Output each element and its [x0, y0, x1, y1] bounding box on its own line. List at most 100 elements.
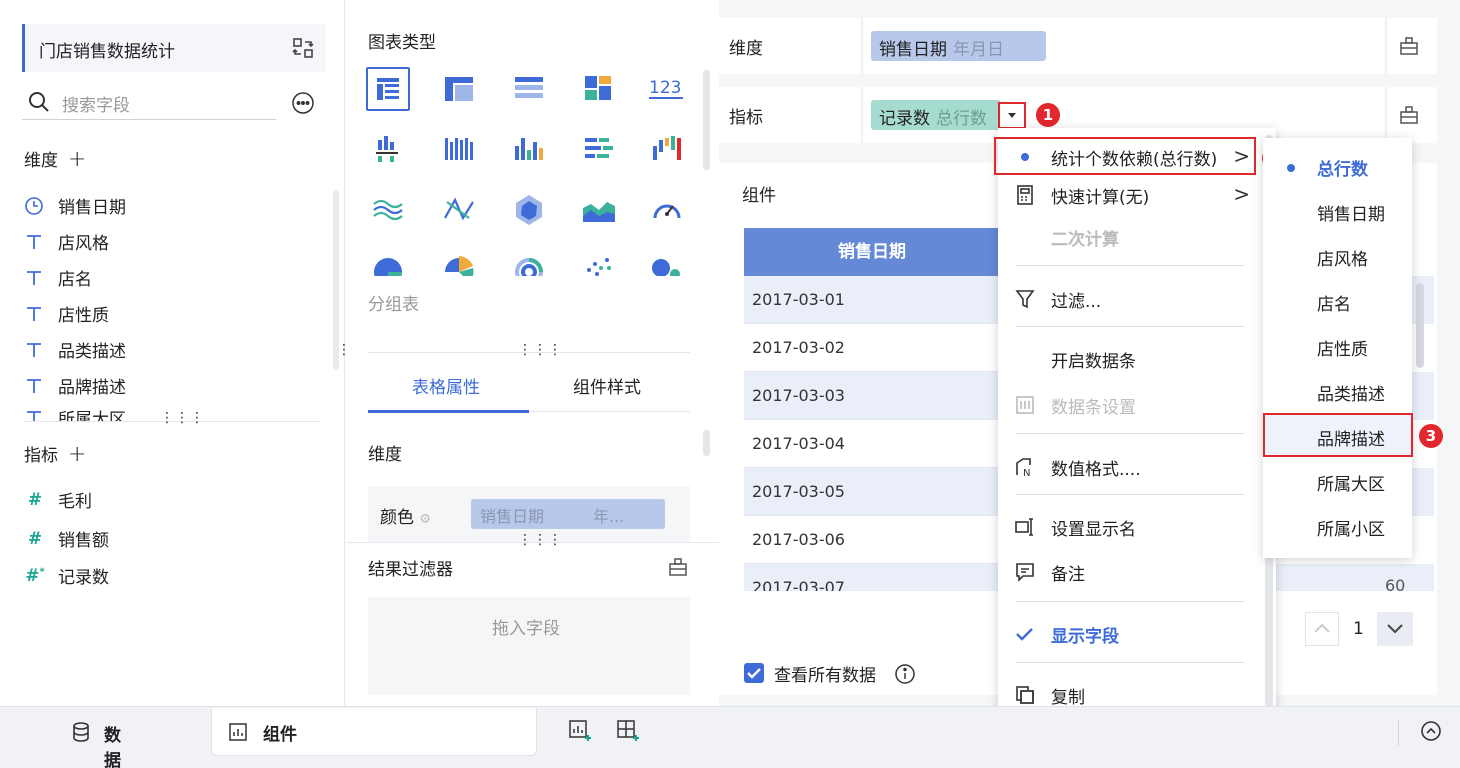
waterfall-chart-icon[interactable]	[645, 128, 689, 172]
menu-item-count-dependency[interactable]: 统计个数依赖(总行数) >	[998, 136, 1258, 176]
settings-box-icon[interactable]	[1399, 36, 1419, 56]
resize-handle[interactable]: ⋮⋮⋮	[518, 342, 563, 358]
submenu-item[interactable]: 店风格	[1263, 234, 1412, 279]
sunburst-chart-icon[interactable]	[507, 248, 551, 276]
crosstab-chart-icon[interactable]	[437, 67, 481, 111]
line-chart-icon[interactable]	[366, 188, 410, 232]
resize-handle[interactable]: ⋮⋮⋮	[160, 410, 205, 426]
settings-box-icon[interactable]	[1399, 105, 1419, 125]
measure-field[interactable]: #* 记录数	[24, 563, 224, 593]
info-icon[interactable]	[894, 663, 916, 685]
area-chart-icon[interactable]	[577, 188, 621, 232]
submenu-item[interactable]: 所属大区	[1263, 459, 1412, 504]
menu-item-number-format[interactable]: N 数值格式....	[998, 446, 1258, 486]
dimension-field[interactable]: 品牌描述	[24, 373, 224, 403]
settings-icon[interactable]: ⚙	[419, 512, 431, 527]
table-row: 2017-03-06	[744, 516, 1000, 564]
menu-item-enable-databar[interactable]: 开启数据条	[998, 338, 1258, 378]
text-type-icon	[24, 408, 46, 421]
dimension-field-date[interactable]: 销售日期	[24, 193, 224, 223]
add-component-icon[interactable]	[568, 719, 592, 743]
add-dimension-button[interactable]: +	[68, 147, 86, 172]
selected-chart-type-label: 分组表	[368, 295, 419, 315]
multi-bar-chart-icon[interactable]	[437, 128, 481, 172]
divider	[368, 352, 690, 353]
dimension-field[interactable]: 店性质	[24, 301, 224, 331]
menu-item-secondary-calc[interactable]: 二次计算	[998, 216, 1258, 256]
dimension-field[interactable]: 品类描述	[24, 337, 224, 367]
measure-field[interactable]: # 销售额	[24, 526, 224, 556]
collapse-up-icon[interactable]	[1420, 720, 1442, 742]
chart-component-icon	[228, 722, 248, 742]
svg-text:123: 123	[649, 78, 681, 98]
menu-item-quick-calc[interactable]: 快速计算(无) >	[998, 174, 1258, 214]
field-search[interactable]: 搜索字段	[22, 86, 276, 120]
scrollbar[interactable]	[703, 70, 710, 170]
table-row: 2017-03-07	[744, 564, 1000, 591]
switch-dataset-icon[interactable]	[292, 37, 314, 59]
rose-chart-icon[interactable]	[437, 248, 481, 276]
measure-field[interactable]: # 毛利	[24, 487, 224, 517]
menu-item-filter[interactable]: 过滤...	[998, 278, 1258, 318]
submenu-item-total-rows[interactable]: 总行数	[1263, 144, 1412, 189]
submenu-item[interactable]: 所属小区	[1263, 504, 1412, 549]
menu-item-databar-settings[interactable]: 数据条设置	[998, 384, 1258, 424]
table-value: 60	[1385, 576, 1406, 595]
bubble-chart-icon[interactable]	[645, 248, 689, 276]
next-page-button[interactable]	[1377, 612, 1413, 646]
table-scrollbar[interactable]	[1416, 283, 1424, 368]
resize-handle[interactable]: ⋮⋮⋮	[518, 532, 563, 548]
view-all-checkbox[interactable]	[744, 663, 764, 683]
detail-table-chart-icon[interactable]	[507, 67, 551, 111]
add-dashboard-icon[interactable]	[616, 719, 640, 743]
databar-icon	[1014, 394, 1036, 416]
tab-component-style[interactable]: 组件样式	[573, 373, 641, 398]
step-badge-1: 1	[1036, 103, 1060, 127]
measure-context-menu: 统计个数依赖(总行数) > 快速计算(无) > 二次计算 过滤... 开启数据条…	[994, 128, 1276, 768]
menu-item-notes[interactable]: 备注	[998, 551, 1258, 591]
grouped-table-chart-icon[interactable]	[366, 67, 410, 111]
grouped-bar-chart-icon[interactable]	[366, 128, 410, 172]
scatter-chart-icon[interactable]	[577, 248, 621, 276]
prev-page-button[interactable]	[1305, 612, 1339, 646]
menu-item-display-name[interactable]: 设置显示名	[998, 506, 1258, 546]
radar-chart-icon[interactable]	[507, 188, 551, 232]
more-options-icon[interactable]	[291, 91, 315, 115]
kpi-number-chart-icon[interactable]: 123	[645, 67, 689, 111]
column-chart-icon[interactable]	[507, 128, 551, 172]
table-header[interactable]: 销售日期	[744, 228, 1000, 276]
database-icon	[70, 721, 92, 743]
submenu-item-brand-description[interactable]: 品牌描述	[1263, 414, 1412, 459]
dimensions-title: 维度	[24, 151, 58, 171]
submenu-item[interactable]: 店名	[1263, 279, 1412, 324]
tab-table-properties[interactable]: 表格属性	[412, 373, 480, 398]
horizontal-bar-chart-icon[interactable]	[577, 128, 621, 172]
dimension-pill[interactable]: 销售日期 年月日	[871, 31, 1046, 61]
dataset-title-bar[interactable]: 门店销售数据统计	[22, 24, 326, 72]
measure-pill[interactable]: 记录数 总行数	[871, 100, 1001, 130]
submenu-item[interactable]: 店性质	[1263, 324, 1412, 369]
dimension-field[interactable]: 店风格	[24, 229, 224, 259]
table-row: 2017-03-02	[744, 324, 1000, 372]
add-measure-button[interactable]: +	[68, 442, 86, 467]
dashboard-chart-icon[interactable]	[577, 67, 621, 111]
tab-component[interactable]: 组件	[211, 708, 537, 756]
search-input[interactable]: 搜索字段	[62, 91, 130, 116]
drop-zone-hint: 拖入字段	[492, 619, 560, 639]
table-row: 2017-03-04	[744, 420, 1000, 468]
measure-dropdown-button[interactable]	[998, 102, 1026, 129]
settings-box-icon[interactable]	[668, 557, 688, 577]
submenu-item[interactable]: 品类描述	[1263, 369, 1412, 414]
menu-item-show-field[interactable]: 显示字段	[998, 613, 1258, 653]
dimension-field[interactable]: 店名	[24, 265, 224, 295]
filter-drop-zone[interactable]	[368, 597, 690, 695]
chart-type-title: 图表类型	[368, 33, 436, 53]
text-type-icon	[24, 340, 46, 360]
pie-chart-icon[interactable]	[366, 248, 410, 276]
search-icon	[28, 91, 50, 113]
color-field-pill[interactable]: 销售日期 年...	[471, 499, 665, 529]
scrollbar[interactable]	[703, 430, 710, 456]
radar-line-chart-icon[interactable]	[437, 188, 481, 232]
submenu-item[interactable]: 销售日期	[1263, 189, 1412, 234]
gauge-chart-icon[interactable]	[645, 188, 689, 232]
